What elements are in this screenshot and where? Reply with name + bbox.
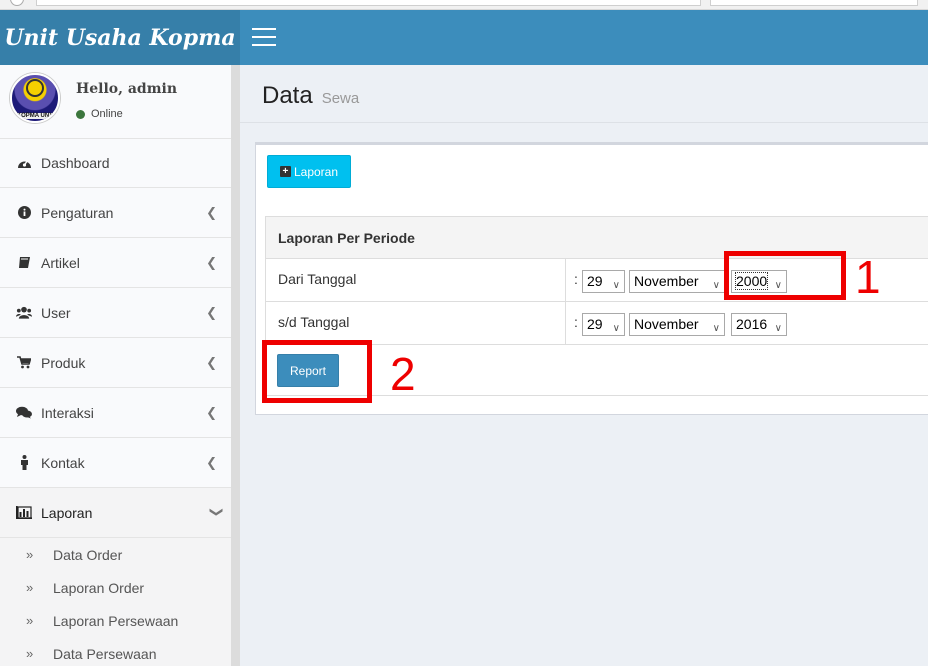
chevron-left-icon: ❮ [206,355,217,370]
browser-reload-icon[interactable] [10,0,24,6]
chevron-left-icon: ❮ [206,305,217,320]
sidebar-item-kontak[interactable]: Kontak ❮ [0,438,239,488]
chevron-down-icon: ❮ [207,506,223,518]
sidebar-item-interaksi[interactable]: Interaksi ❮ [0,388,239,438]
header-divider [240,122,928,123]
laporan-submenu: » Data Order » Laporan Order » Laporan P… [0,538,239,666]
sidebar-item-pengaturan[interactable]: Pengaturan ❮ [0,188,239,238]
sidebar-item-dashboard[interactable]: Dashboard [0,139,239,188]
chevron-down-icon: ∨ [712,280,720,291]
page-title: Data [262,82,313,109]
browser-chrome [0,0,928,10]
bar-chart-icon [16,505,32,521]
person-icon [16,455,32,471]
chevron-down-icon: ∨ [712,323,720,334]
page-header: Data Sewa [262,82,359,110]
double-angle-right-icon: » [26,646,34,661]
sidebar-subitem-label: Laporan Persewaan [53,612,179,629]
sidebar-item-label: Interaksi [41,404,94,421]
annotation-number-1: 1 [855,251,881,303]
double-angle-right-icon: » [26,613,34,628]
to-year-select[interactable]: 2016 ∨ [731,313,787,336]
double-angle-right-icon: » [26,580,34,595]
chevron-down-icon: ∨ [612,280,620,291]
from-day-select[interactable]: 29 ∨ [582,270,625,293]
user-greeting: Hello, admin [76,81,178,97]
address-bar[interactable] [36,0,701,6]
chevron-left-icon: ❮ [206,405,217,420]
laporan-button-label: Laporan [293,164,339,179]
info-icon [16,205,32,221]
dashboard-icon [16,155,32,171]
top-navbar [240,10,928,65]
to-date-label: s/d Tanggal [278,314,350,330]
sidebar-subitem-label: Laporan Order [53,579,145,596]
sidebar-item-artikel[interactable]: Artikel ❮ [0,238,239,288]
chevron-left-icon: ❮ [206,205,217,220]
sidebar-item-produk[interactable]: Produk ❮ [0,338,239,388]
from-month-select[interactable]: November ∨ [629,270,725,293]
browser-search-bar[interactable] [710,0,918,6]
sidebar: KOPMA UNY Hello, admin Online Dashboard … [0,65,240,666]
online-dot-icon [76,109,85,119]
avatar: KOPMA UNY [10,73,60,123]
chevron-down-icon: ∨ [612,323,620,334]
sidebar-subitem-data-persewaan[interactable]: » Data Persewaan [0,637,239,666]
sidebar-toggle-icon[interactable] [252,28,276,46]
sidebar-item-label: User [41,304,71,321]
chevron-left-icon: ❮ [206,255,217,270]
user-status-label: Online [91,108,123,120]
user-status: Online [76,108,123,120]
laporan-button[interactable]: + Laporan [267,155,351,188]
page-subtitle: Sewa [321,90,360,107]
sidebar-subitem-laporan-order[interactable]: » Laporan Order [0,571,239,604]
user-panel: KOPMA UNY Hello, admin Online [0,65,239,139]
sidebar-item-label: Laporan [41,504,93,521]
to-month-select[interactable]: November ∨ [629,313,725,336]
book-icon [16,255,32,271]
sidebar-subitem-data-order[interactable]: » Data Order [0,538,239,571]
to-day-select[interactable]: 29 ∨ [582,313,625,336]
brand-logo[interactable]: Unit Usaha Kopma [0,10,240,65]
annotation-number-2: 2 [390,348,416,400]
cart-icon [16,355,32,371]
chevron-left-icon: ❮ [206,455,217,470]
sidebar-item-label: Dashboard [41,155,110,171]
sidebar-subitem-label: Data Persewaan [53,645,157,662]
chevron-down-icon: ∨ [774,323,782,334]
sidebar-subitem-label: Data Order [53,546,123,563]
double-angle-right-icon: » [26,547,34,562]
sidebar-item-laporan[interactable]: Laporan ❮ [0,488,239,538]
from-date-label: Dari Tanggal [278,271,357,287]
sidebar-menu: Dashboard Pengaturan ❮ Artikel ❮ User ❮ [0,139,239,538]
sidebar-item-label: Kontak [41,454,85,471]
comments-icon [16,405,32,421]
annotation-box-1 [724,251,846,300]
sidebar-item-user[interactable]: User ❮ [0,288,239,338]
sidebar-item-label: Produk [41,354,86,371]
plus-square-icon: + [279,166,291,177]
sidebar-subitem-laporan-persewaan[interactable]: » Laporan Persewaan [0,604,239,637]
users-icon [16,305,32,321]
sidebar-scrollbar[interactable] [231,65,240,666]
sidebar-item-label: Pengaturan [41,204,114,221]
to-date-row: s/d Tanggal : 29 ∨ November ∨ 2016 ∨ [265,301,928,344]
annotation-box-2 [262,340,372,403]
sidebar-item-label: Artikel [41,254,80,271]
